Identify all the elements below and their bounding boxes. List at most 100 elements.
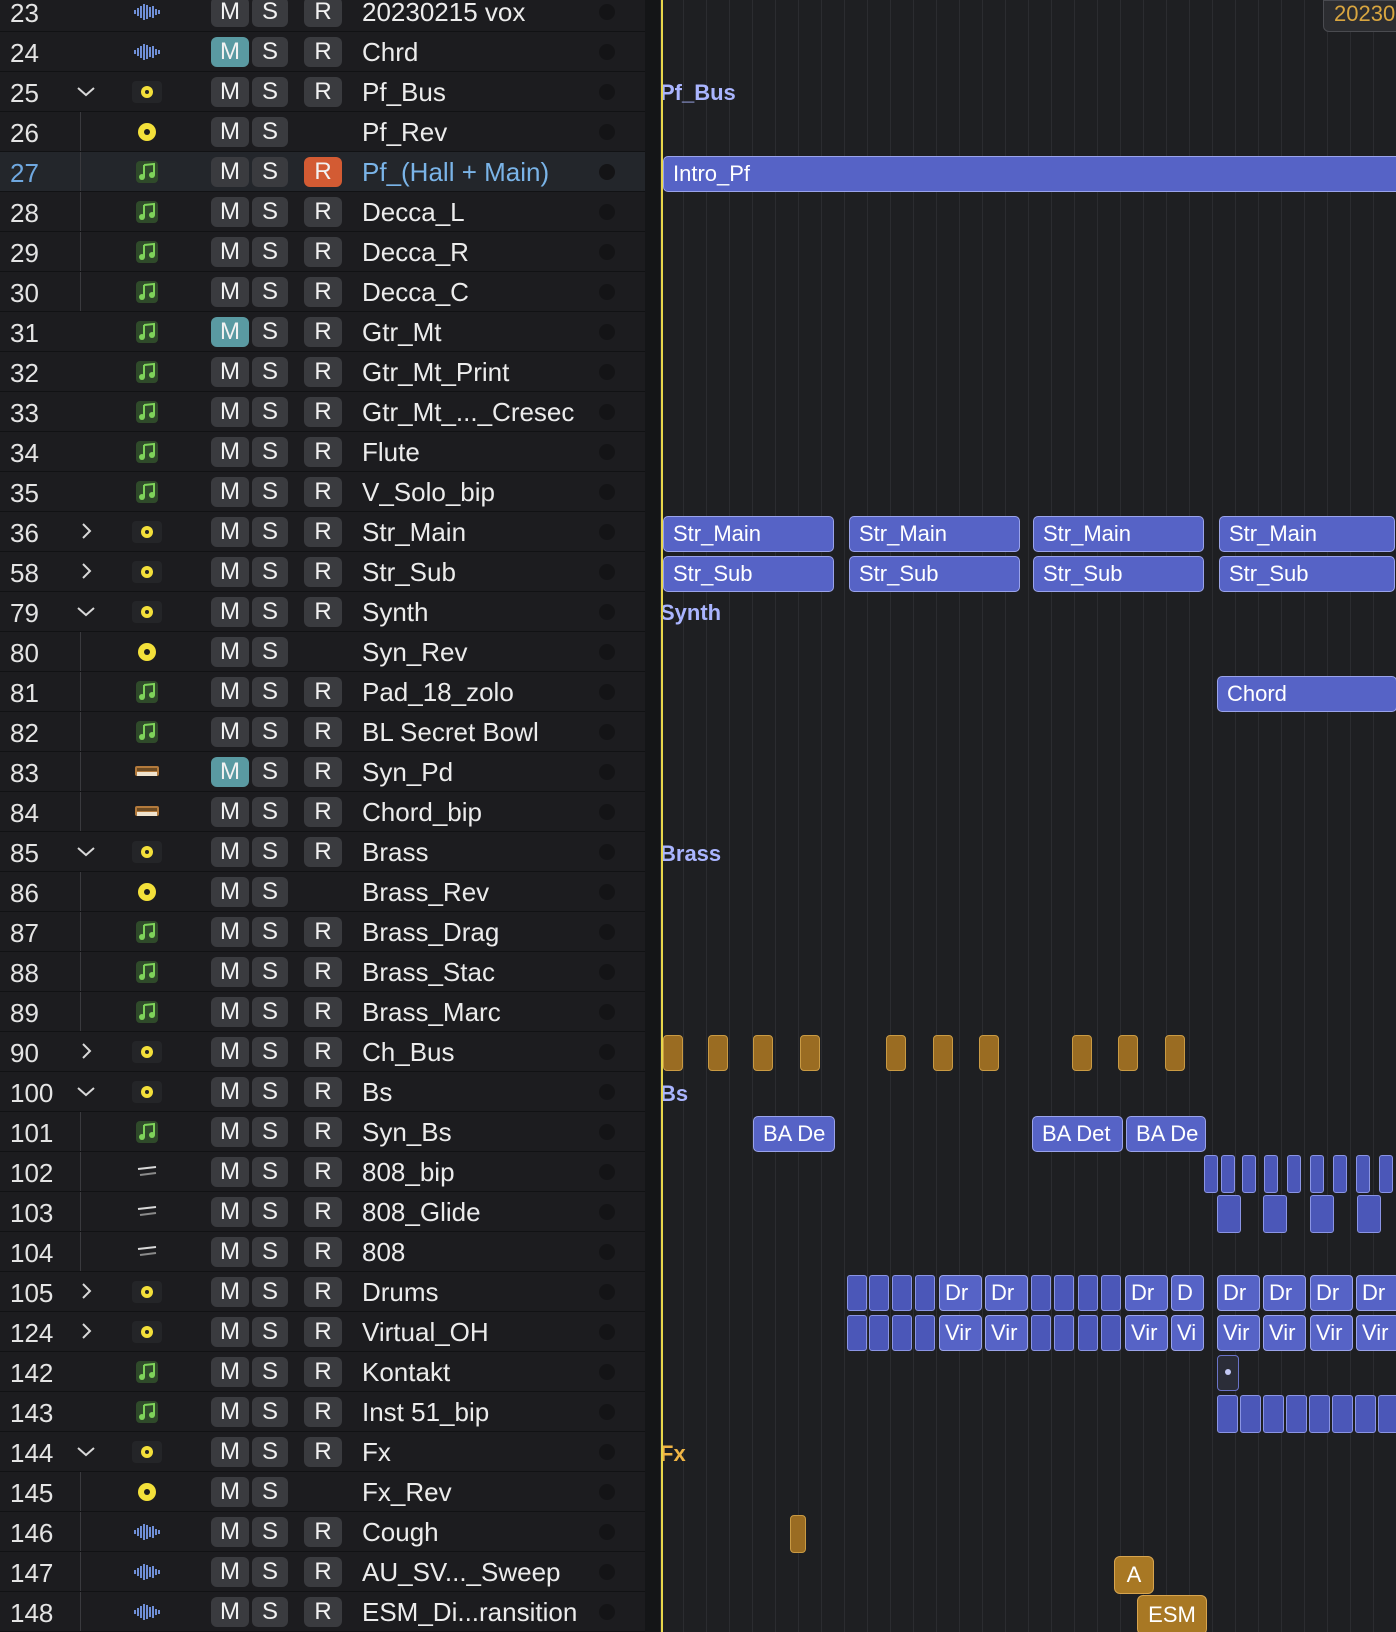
track-row[interactable]: 88 M S R Brass_Stac [0, 952, 645, 992]
input-monitor-dot[interactable] [599, 1244, 615, 1260]
solo-button[interactable]: S [252, 517, 288, 547]
record-enable-button[interactable]: R [304, 1197, 342, 1227]
track-row[interactable]: 81 M S R Pad_18_zolo [0, 672, 645, 712]
track-row[interactable]: 36 M S R Str_Main [0, 512, 645, 552]
mute-button[interactable]: M [211, 517, 249, 547]
record-enable-button[interactable]: R [304, 397, 342, 427]
track-name[interactable]: Kontakt [362, 1357, 450, 1388]
region-vi[interactable]: Vi [1171, 1315, 1204, 1351]
track-name[interactable]: Ch_Bus [362, 1037, 455, 1068]
folder-region-fx[interactable]: Fx [660, 1441, 686, 1467]
track-name[interactable]: Chord_bip [362, 797, 482, 828]
mute-button[interactable]: M [211, 237, 249, 267]
input-monitor-dot[interactable] [599, 244, 615, 260]
solo-button[interactable]: S [252, 277, 288, 307]
input-monitor-dot[interactable] [599, 284, 615, 300]
track-row[interactable]: 86 M S Brass_Rev [0, 872, 645, 912]
midi-region[interactable] [1379, 1155, 1393, 1193]
solo-button[interactable]: S [252, 437, 288, 467]
region-dr[interactable]: Dr [1356, 1275, 1396, 1311]
track-name[interactable]: 808 [362, 1237, 405, 1268]
input-monitor-dot[interactable] [599, 764, 615, 780]
ch-bus-region[interactable] [1165, 1035, 1185, 1071]
input-monitor-dot[interactable] [599, 164, 615, 180]
ch-bus-region[interactable] [886, 1035, 906, 1071]
drum-region[interactable] [1054, 1315, 1074, 1351]
record-enable-button[interactable]: R [304, 917, 342, 947]
track-row[interactable]: 79 M S R Synth [0, 592, 645, 632]
chevron-down-icon[interactable] [74, 838, 98, 864]
drum-region[interactable] [1078, 1275, 1098, 1311]
record-enable-button[interactable]: R [304, 357, 342, 387]
track-list-divider[interactable] [645, 0, 660, 1632]
input-monitor-dot[interactable] [599, 364, 615, 380]
input-monitor-dot[interactable] [599, 1404, 615, 1420]
input-monitor-dot[interactable] [599, 844, 615, 860]
solo-button[interactable]: S [252, 717, 288, 747]
track-row[interactable]: 102 M S R 808_bip [0, 1152, 645, 1192]
midi-region[interactable] [1217, 1395, 1238, 1433]
mute-button[interactable]: M [211, 117, 249, 147]
mute-button[interactable]: M [211, 37, 249, 67]
folder-region-pf-bus[interactable]: Pf_Bus [660, 80, 736, 106]
track-name[interactable]: Pf_Rev [362, 117, 447, 148]
mute-button[interactable]: M [211, 1477, 249, 1507]
region-dr[interactable]: Dr [1263, 1275, 1306, 1311]
solo-button[interactable]: S [252, 1477, 288, 1507]
record-enable-button[interactable]: R [304, 757, 342, 787]
input-monitor-dot[interactable] [599, 204, 615, 220]
track-row[interactable]: 31 M S R Gtr_Mt [0, 312, 645, 352]
mute-button[interactable]: M [211, 1037, 249, 1067]
record-enable-button[interactable]: R [304, 597, 342, 627]
record-enable-button[interactable]: R [304, 1357, 342, 1387]
region-chord[interactable]: Chord [1217, 676, 1396, 712]
record-enable-button[interactable]: R [304, 677, 342, 707]
drum-region[interactable] [892, 1275, 912, 1311]
midi-region[interactable] [1287, 1155, 1301, 1193]
drum-region[interactable] [869, 1315, 889, 1351]
region-ba-de[interactable]: BA De [753, 1116, 835, 1152]
mute-button[interactable]: M [211, 837, 249, 867]
input-monitor-dot[interactable] [599, 1484, 615, 1500]
mute-button[interactable]: M [211, 717, 249, 747]
record-enable-button[interactable]: R [304, 557, 342, 587]
solo-button[interactable]: S [252, 957, 288, 987]
input-monitor-dot[interactable] [599, 1564, 615, 1580]
input-monitor-dot[interactable] [599, 604, 615, 620]
solo-button[interactable]: S [252, 77, 288, 107]
track-row[interactable]: 146 M S R Cough [0, 1512, 645, 1552]
solo-button[interactable]: S [252, 237, 288, 267]
region-vir[interactable]: Vir [1125, 1315, 1168, 1351]
record-enable-button[interactable]: R [304, 37, 342, 67]
input-monitor-dot[interactable] [599, 724, 615, 740]
track-name[interactable]: Str_Main [362, 517, 466, 548]
region-a[interactable]: A [1114, 1556, 1154, 1594]
mute-button[interactable]: M [211, 1117, 249, 1147]
mute-button[interactable]: M [211, 1437, 249, 1467]
record-enable-button[interactable]: R [304, 517, 342, 547]
track-name[interactable]: Brass_Drag [362, 917, 499, 948]
record-enable-button[interactable]: R [304, 1237, 342, 1267]
playhead[interactable] [661, 0, 663, 1632]
region-ba-det[interactable]: BA Det [1032, 1116, 1123, 1152]
midi-region[interactable] [1356, 1155, 1370, 1193]
record-enable-button[interactable]: R [304, 837, 342, 867]
mute-button[interactable]: M [211, 557, 249, 587]
region-str-sub[interactable]: Str_Sub [849, 556, 1020, 592]
region-vir[interactable]: Vir [1310, 1315, 1353, 1351]
ch-bus-region[interactable] [708, 1035, 728, 1071]
arrange-area[interactable]: 20230215 vox ⚭ Pf_Bus Intro_Pf Str_Main … [660, 0, 1396, 1632]
solo-button[interactable]: S [252, 37, 288, 67]
track-name[interactable]: Syn_Rev [362, 637, 468, 668]
record-enable-button[interactable]: R [304, 1157, 342, 1187]
record-enable-button[interactable]: R [304, 1317, 342, 1347]
solo-button[interactable]: S [252, 1197, 288, 1227]
track-row[interactable]: 104 M S R 808 [0, 1232, 645, 1272]
region-str-sub[interactable]: Str_Sub [1219, 556, 1395, 592]
track-name[interactable]: Syn_Pd [362, 757, 453, 788]
solo-button[interactable]: S [252, 917, 288, 947]
input-monitor-dot[interactable] [599, 1044, 615, 1060]
input-monitor-dot[interactable] [599, 4, 615, 20]
region-esm[interactable]: ESM [1137, 1595, 1207, 1632]
folder-region-synth[interactable]: Synth [660, 600, 721, 626]
